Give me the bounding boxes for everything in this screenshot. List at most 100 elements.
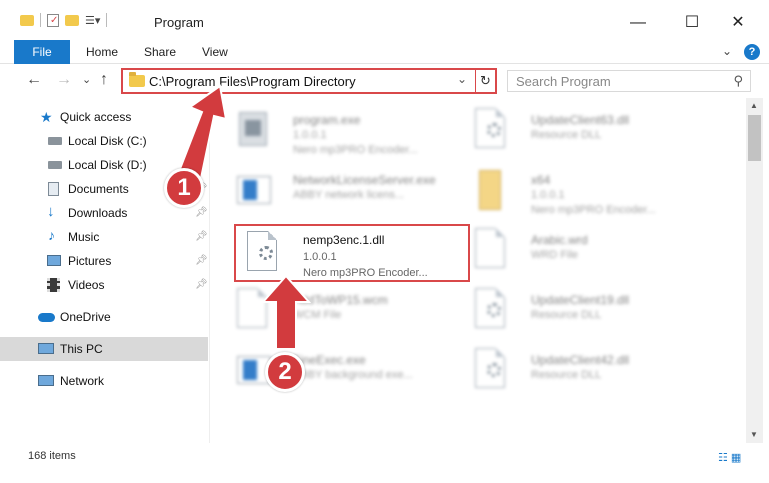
file-tile[interactable]: FineExec.exe ABBY background exe... (225, 342, 465, 400)
sidebar-item-label: Network (60, 374, 105, 388)
sidebar-item-label: Local Disk (D:) (68, 158, 147, 172)
dll-icon (471, 288, 509, 332)
file-name: UpdateClient63.dll (531, 113, 630, 127)
exe-icon (233, 168, 271, 212)
recent-locations-button[interactable]: ⌄ (82, 73, 91, 86)
search-icon[interactable]: ⚲ (733, 73, 743, 89)
sidebar-item-label: Local Disk (C:) (68, 134, 147, 148)
pin-icon[interactable]: 📌︎ (195, 273, 208, 297)
network-icon (38, 375, 54, 386)
help-icon[interactable]: ? (744, 44, 760, 60)
pin-icon[interactable]: 📌︎ (195, 201, 208, 225)
pin-icon[interactable]: 📌︎ (195, 249, 208, 273)
file-view: program.exe 1.0.0.1 Nero mp3PRO Encoder.… (225, 98, 745, 443)
file-name: NetworkLicenseServer.exe (293, 173, 436, 187)
file-tile[interactable]: UpdateClient19.dll Resource DLL (463, 282, 703, 340)
file-name: x64 (531, 173, 551, 187)
videos-icon (47, 278, 60, 292)
title-bar: ✓ ☰▾ Program — ☐ ✕ (0, 0, 769, 40)
sidebar-item-local-disk-c[interactable]: Local Disk (C:) (0, 129, 208, 153)
scroll-thumb[interactable] (748, 115, 761, 161)
divider (40, 13, 41, 27)
divider (106, 13, 108, 27)
sidebar-item-quick-access[interactable]: ★ Quick access (0, 105, 208, 129)
window-title: Program (154, 15, 204, 30)
forward-button[interactable]: → (56, 71, 72, 89)
file-detail: Nero mp3PRO Encoder... (531, 204, 656, 216)
ribbon: File Home Share View ⌄ ? (0, 40, 769, 64)
sidebar-item-label: Pictures (68, 254, 112, 268)
file-tile[interactable]: program.exe 1.0.0.1 Nero mp3PRO Encoder.… (225, 102, 465, 160)
file-detail: 1.0.0.1 (531, 189, 565, 201)
sidebar-item-label: Quick access (60, 110, 132, 124)
search-placeholder: Search Program (516, 74, 611, 89)
pin-icon[interactable]: 📌︎ (195, 225, 208, 249)
file-tile[interactable]: NetworkLicenseServer.exe ABBY network li… (225, 162, 465, 220)
step-badge-1: 1 (164, 168, 204, 208)
item-count: 168 items (28, 450, 76, 462)
file-name: program.exe (293, 113, 361, 127)
download-icon: ↓ (47, 203, 55, 220)
file-tile[interactable]: x64 1.0.0.1 Nero mp3PRO Encoder... (463, 162, 703, 220)
folder-icon (129, 72, 145, 87)
sidebar-item-this-pc[interactable]: This PC (0, 337, 208, 361)
music-icon: ♪ (48, 227, 55, 243)
dll-icon (471, 348, 509, 392)
refresh-button[interactable]: ↻ (475, 68, 495, 94)
sidebar-item-onedrive[interactable]: OneDrive (0, 305, 208, 329)
file-detail: WRD File (531, 249, 579, 261)
chevron-down-icon[interactable]: ⌄ (457, 72, 467, 86)
customize-toolbar-icon[interactable]: ☰▾ (85, 14, 100, 27)
file-name: AddToWP15.wcm (293, 293, 388, 307)
sidebar-item-videos[interactable]: Videos 📌︎ (0, 273, 208, 297)
sidebar-item-label: Downloads (68, 206, 128, 220)
search-input[interactable]: Search Program ⚲ (507, 70, 751, 92)
file-name: UpdateClient42.dll (531, 353, 630, 367)
view-toggle-icons[interactable]: ☷ ▦ (718, 451, 741, 464)
navigation-bar: ← → ⌄ ↑ C:\Program Files\Program Directo… (0, 64, 769, 98)
address-path[interactable]: C:\Program Files\Program Directory (149, 74, 356, 89)
star-icon: ★ (40, 109, 53, 125)
file-tile[interactable]: Arabic.wrd WRD File (463, 222, 703, 280)
file-detail: Nero mp3PRO Encoder... (293, 144, 418, 156)
sidebar-item-pictures[interactable]: Pictures 📌︎ (0, 249, 208, 273)
maximize-button[interactable]: ☐ (670, 10, 714, 36)
file-detail: WCM File (293, 309, 342, 321)
status-bar: 168 items ☷ ▦ (0, 445, 769, 469)
file-detail: ABBY background exe... (293, 369, 413, 381)
tab-view[interactable]: View (202, 40, 228, 64)
tab-share[interactable]: Share (144, 40, 176, 64)
properties-icon[interactable]: ✓ (47, 13, 59, 27)
tab-file[interactable]: File (14, 40, 70, 64)
quick-access-toolbar: ✓ ☰▾ (20, 13, 108, 27)
drive-icon (48, 137, 62, 145)
highlight-box (234, 224, 470, 282)
sidebar-item-network[interactable]: Network (0, 369, 208, 393)
file-icon (233, 288, 271, 332)
file-detail: Resource DLL (531, 129, 602, 141)
minimize-button[interactable]: — (616, 10, 660, 36)
vertical-scrollbar[interactable]: ▲ ▼ (746, 98, 763, 443)
file-detail: 1.0.0.1 (293, 129, 327, 141)
tab-home[interactable]: Home (86, 40, 118, 64)
back-button[interactable]: ← (26, 71, 42, 89)
expand-ribbon-icon[interactable]: ⌄ (722, 44, 732, 58)
file-icon (471, 228, 509, 272)
file-tile[interactable]: UpdateClient42.dll Resource DLL (463, 342, 703, 400)
new-folder-icon[interactable] (65, 14, 79, 26)
sidebar-item-label: This PC (60, 342, 103, 356)
folder-icon[interactable] (20, 14, 34, 26)
scroll-up-icon[interactable]: ▲ (750, 101, 758, 110)
up-button[interactable]: ↑ (100, 71, 108, 89)
scroll-down-icon[interactable]: ▼ (750, 430, 758, 439)
file-tile[interactable]: UpdateClient63.dll Resource DLL (463, 102, 703, 160)
file-tile[interactable]: AddToWP15.wcm WCM File (225, 282, 465, 340)
address-bar[interactable]: C:\Program Files\Program Directory ⌄ ↻ (121, 68, 497, 94)
file-detail: ABBY network licens... (293, 189, 405, 201)
sidebar-item-label: Videos (68, 278, 105, 292)
file-name: Arabic.wrd (531, 233, 588, 247)
sidebar-item-label: Music (68, 230, 100, 244)
sidebar-item-music[interactable]: ♪ Music 📌︎ (0, 225, 208, 249)
folder-icon (471, 168, 509, 212)
close-button[interactable]: ✕ (716, 10, 760, 36)
